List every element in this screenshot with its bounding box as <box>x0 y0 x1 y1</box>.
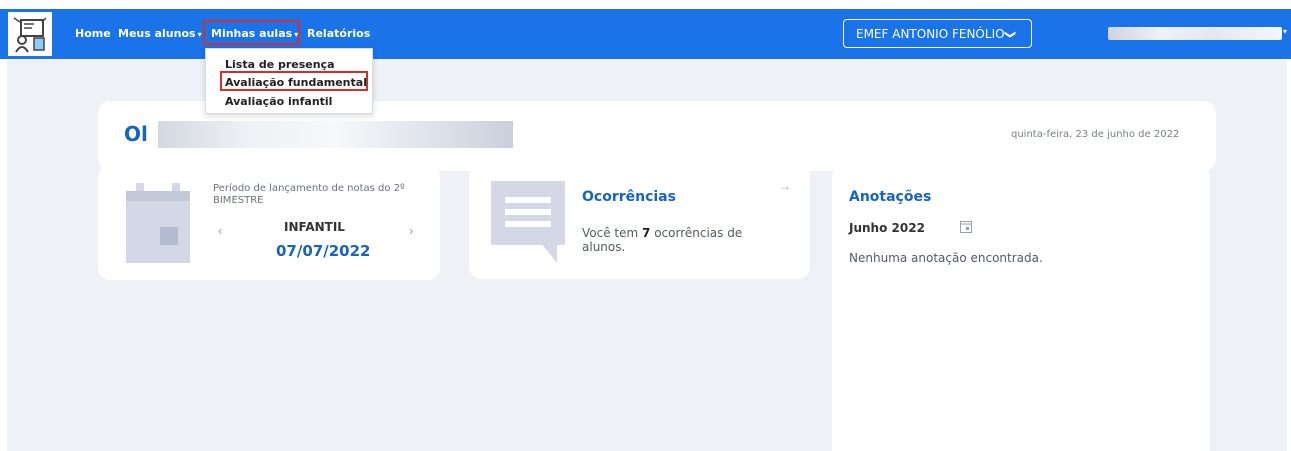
message-icon <box>491 181 565 263</box>
occurrences-text-before: Você tem <box>582 226 643 240</box>
minhas-aulas-dropdown: Lista de presença Avaliação fundamental … <box>205 48 373 114</box>
nav-home-label: Home <box>75 27 111 40</box>
previous-arrow-icon[interactable]: ‹ <box>218 223 222 238</box>
notes-month: Junho 2022 <box>849 221 925 235</box>
school-select[interactable]: EMEF ANTONIO FENÓLIO ❯ <box>843 19 1032 48</box>
occurrences-card[interactable]: Ocorrências → Você tem 7 ocorrências de … <box>469 165 810 279</box>
occurrences-summary: Você tem 7 ocorrências de alunos. <box>582 226 782 254</box>
next-arrow-icon[interactable]: › <box>409 223 413 238</box>
chevron-down-icon[interactable]: ▾ <box>1283 27 1287 36</box>
grade-period-level: INFANTIL <box>284 220 345 234</box>
calendar-small-icon[interactable] <box>960 220 972 233</box>
dropdown-item-avaliacao-fundamental[interactable]: Avaliação fundamental <box>225 76 367 89</box>
notes-empty-message: Nenhuma anotação encontrada. <box>849 251 1043 265</box>
grade-period-description: Período de lançamento de notas do 2º BIM… <box>213 183 405 206</box>
chevron-down-icon: ▾ <box>197 30 202 39</box>
school-select-value: EMEF ANTONIO FENÓLIO <box>856 27 1005 41</box>
occurrences-title: Ocorrências <box>582 189 676 205</box>
grade-period-date: 07/07/2022 <box>276 242 371 260</box>
greeting-text: Ol <box>124 122 148 146</box>
nav-home[interactable]: Home <box>75 27 111 40</box>
main-content: Ol quinta-feira, 23 de junho de 2022 Per… <box>7 59 1287 451</box>
nav-meus-alunos-label: Meus alunos <box>118 27 196 40</box>
school-board-icon <box>13 17 47 53</box>
top-navbar: Home Meus alunos ▾ Minhas aulas ▾ Relatóri… <box>0 9 1291 59</box>
arrow-right-icon[interactable]: → <box>779 179 791 193</box>
notes-card: Anotações Junho 2022 Nenhuma anotação en… <box>832 165 1210 451</box>
calendar-icon <box>126 183 190 263</box>
logo[interactable] <box>8 12 52 56</box>
dropdown-item-lista-de-presenca[interactable]: Lista de presença <box>225 58 335 71</box>
notes-title: Anotações <box>849 189 932 205</box>
nav-highlight-box <box>203 20 300 45</box>
greeting-name-redacted <box>158 121 513 148</box>
chevron-down-icon: ❯ <box>1004 29 1018 40</box>
grade-period-card: Período de lançamento de notas do 2º BIM… <box>98 165 440 280</box>
nav-relatorios[interactable]: Relatórios <box>307 27 370 40</box>
current-date: quinta-feira, 23 de junho de 2022 <box>1011 129 1180 140</box>
user-name-redacted[interactable] <box>1108 27 1282 40</box>
nav-relatorios-label: Relatórios <box>307 27 371 40</box>
nav-meus-alunos[interactable]: Meus alunos ▾ <box>118 27 202 40</box>
dropdown-item-avaliacao-infantil[interactable]: Avaliação infantil <box>225 95 332 108</box>
